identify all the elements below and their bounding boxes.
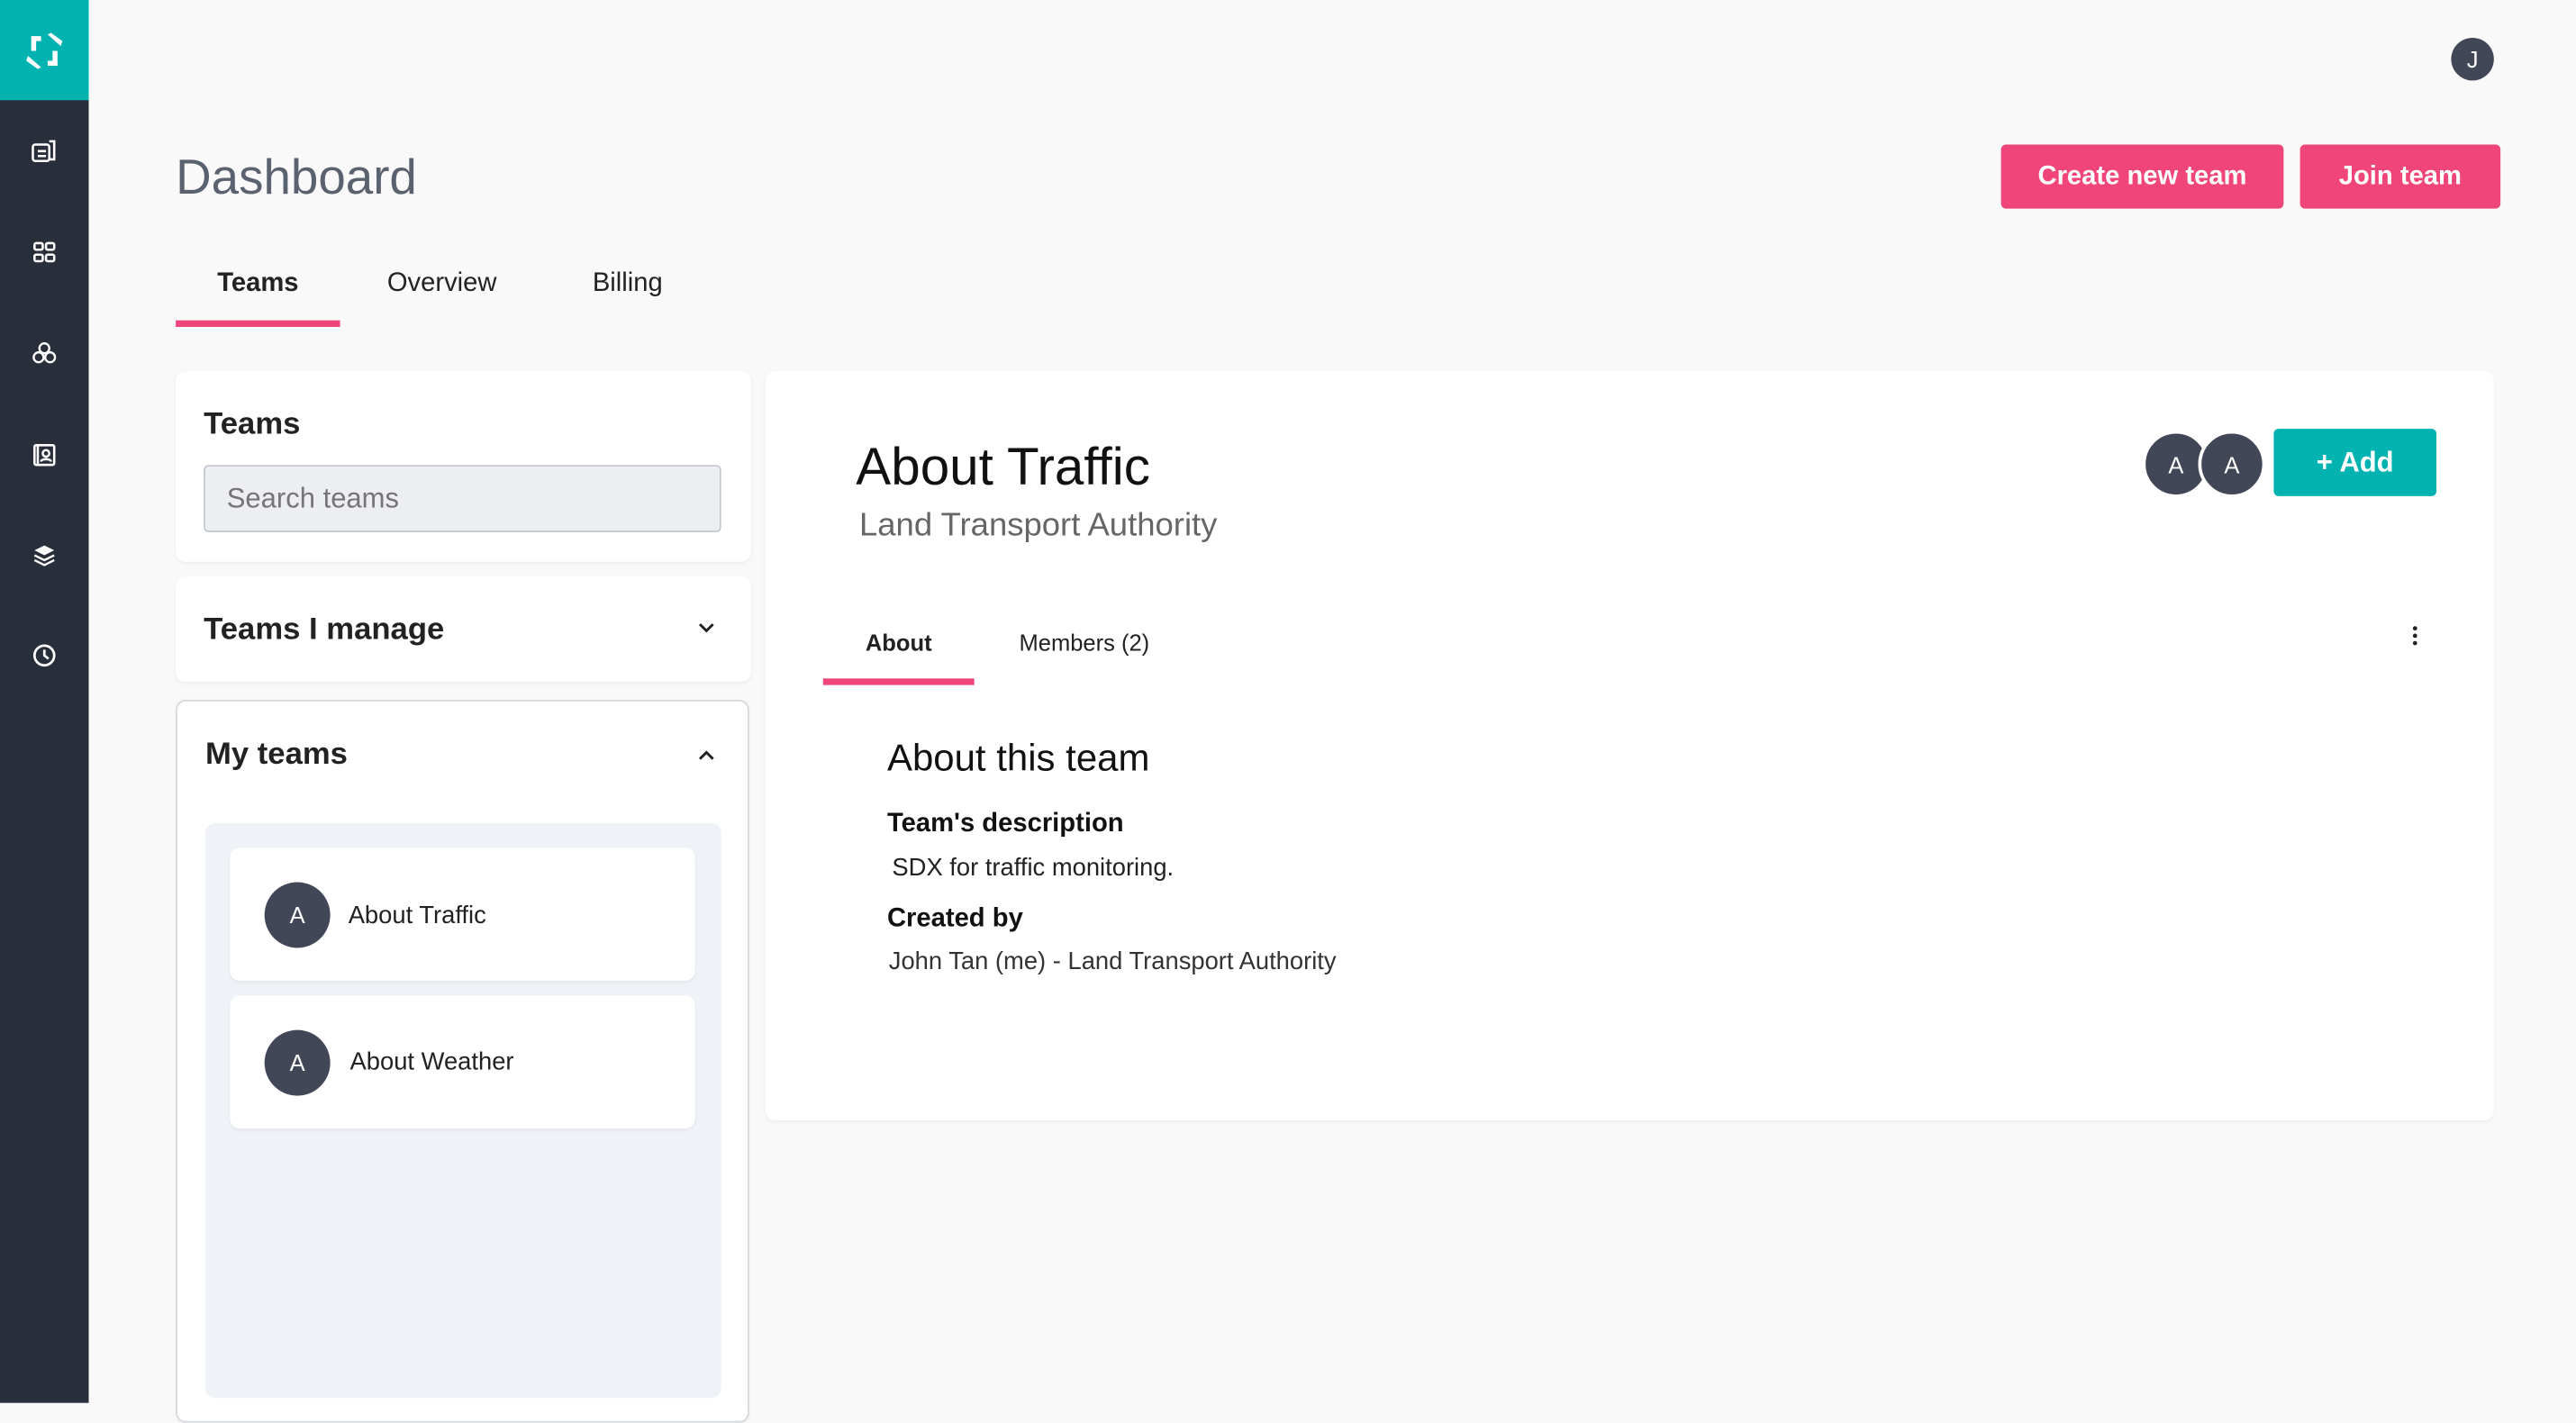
member-avatar[interactable]: A (2198, 430, 2266, 498)
team-detail-card: About Traffic Land Transport Authority A… (765, 371, 2494, 1120)
layers-icon[interactable] (23, 534, 66, 576)
team-list-item[interactable]: A About Weather (230, 995, 695, 1129)
team-avatar: A (264, 882, 331, 948)
app-logo[interactable] (0, 0, 89, 101)
add-member-button[interactable]: + Add (2273, 429, 2436, 496)
team-name: About Traffic (348, 902, 486, 930)
teams-heading: Teams (204, 407, 301, 442)
my-teams-list: A About Traffic A About Weather (205, 822, 721, 1399)
tab-teams[interactable]: Teams (217, 269, 298, 299)
search-teams-input[interactable] (204, 465, 721, 532)
section-title: About this team (886, 736, 1150, 779)
active-tab-indicator (176, 320, 340, 327)
team-list-item[interactable]: A About Traffic (230, 847, 695, 981)
teams-i-manage-accordion[interactable]: Teams I manage (176, 576, 751, 682)
tab-billing[interactable]: Billing (593, 269, 663, 299)
team-title: About Traffic (856, 437, 1150, 496)
contact-card-icon[interactable] (23, 434, 66, 476)
my-teams-accordion: My teams A About Traffic A About Weather (176, 700, 749, 1423)
my-teams-heading: My teams (205, 737, 348, 773)
circles-icon[interactable] (23, 331, 66, 374)
tab-about[interactable]: About (866, 630, 932, 656)
tab-overview[interactable]: Overview (387, 269, 497, 299)
detail-active-tab-indicator (822, 678, 975, 685)
clock-icon[interactable] (23, 634, 66, 676)
created-by-value: John Tan (me) - Land Transport Authority (888, 947, 1337, 976)
create-new-team-button[interactable]: Create new team (2000, 144, 2284, 209)
grid-icon[interactable] (23, 231, 66, 274)
more-options-icon[interactable] (2410, 624, 2420, 648)
description-text: SDX for traffic monitoring. (892, 854, 1175, 883)
team-avatar: A (264, 1029, 331, 1096)
teams-search-card: Teams (176, 371, 751, 562)
chevron-up-icon[interactable] (698, 749, 714, 763)
created-by-label: Created by (886, 905, 1023, 934)
user-avatar[interactable]: J (2451, 37, 2494, 81)
chevron-down-icon[interactable] (698, 621, 714, 634)
news-icon[interactable] (23, 130, 66, 172)
join-team-button[interactable]: Join team (2299, 144, 2501, 209)
description-label: Team's description (886, 810, 1124, 838)
team-name: About Weather (349, 1047, 514, 1076)
tab-members[interactable]: Members (2) (1019, 630, 1149, 656)
logo-icon (26, 32, 63, 68)
sidebar (0, 0, 89, 1403)
page-title: Dashboard (176, 150, 417, 205)
team-organization: Land Transport Authority (858, 507, 1218, 544)
teams-i-manage-heading: Teams I manage (204, 612, 445, 648)
